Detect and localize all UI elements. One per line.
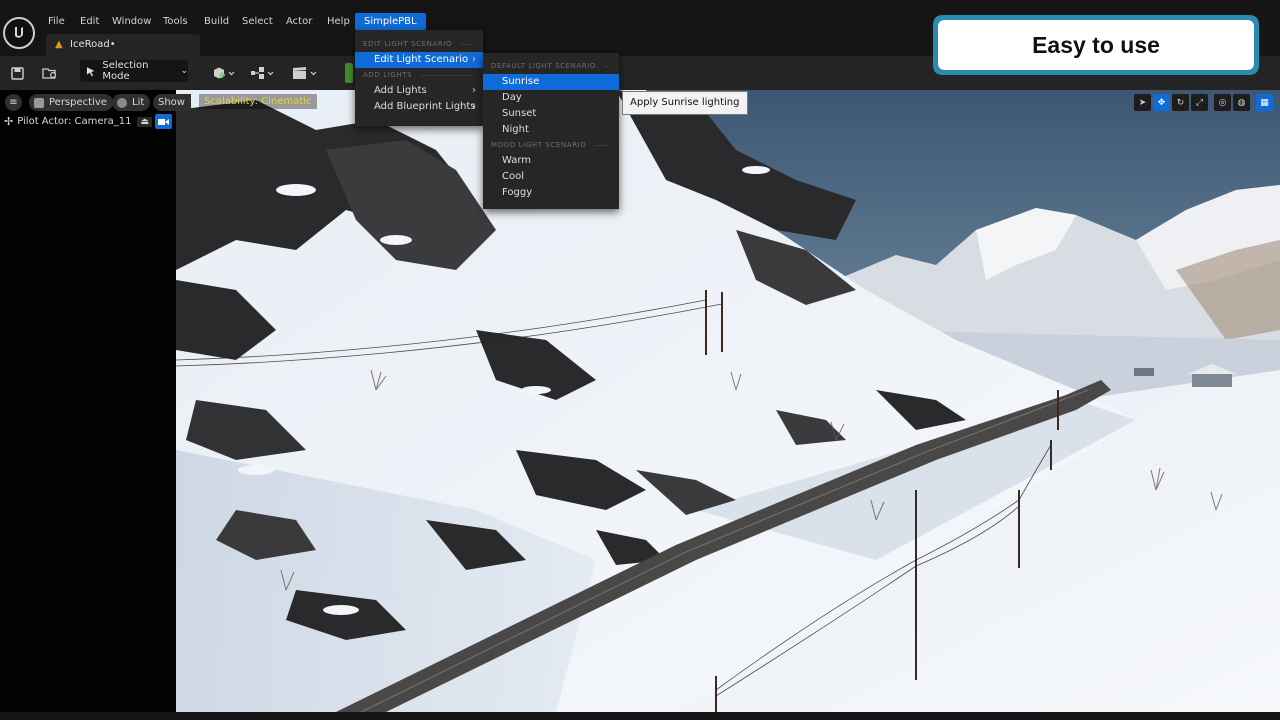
perspective-button[interactable]: Perspective (29, 94, 113, 111)
save-icon (10, 66, 24, 80)
pilot-icon: ✢ (4, 115, 14, 128)
level-icon: ▲ (55, 39, 63, 50)
section-mood-light: MOOD LIGHT SCENARIO (483, 138, 619, 153)
callout-text: Easy to use (1032, 32, 1160, 58)
select-tool-icon[interactable]: ➤ (1134, 94, 1151, 111)
lit-label: Lit (132, 97, 145, 108)
move-tool-icon[interactable]: ✥ (1153, 94, 1170, 111)
lit-button[interactable]: Lit (112, 94, 151, 111)
grid-snap-icon[interactable]: ▦ (1256, 94, 1273, 111)
level-viewport[interactable] (176, 90, 1280, 712)
menu-tools[interactable]: Tools (158, 13, 193, 30)
menu-add-blueprint-lights[interactable]: Add Blueprint Lights › (355, 99, 483, 115)
left-panel (0, 90, 176, 712)
show-button[interactable]: Show (153, 94, 191, 111)
camera-icon[interactable] (154, 114, 172, 129)
add-cube-icon (214, 67, 235, 79)
section-edit-light: EDIT LIGHT SCENARIO (355, 37, 483, 52)
pilot-actor-bar: ✢ Pilot Actor: Camera_11 ⏏ (4, 114, 172, 129)
cube-icon (34, 97, 44, 108)
add-actor-button[interactable] (210, 61, 238, 85)
menu-build[interactable]: Build (199, 13, 234, 30)
chevron-right-icon: › (472, 85, 476, 96)
unreal-logo-icon[interactable] (3, 17, 35, 49)
selection-mode-label: Selection Mode (102, 60, 149, 82)
surface-snap-icon[interactable]: ◍ (1233, 94, 1250, 111)
snow-road-scene (176, 90, 1280, 712)
cursor-icon (86, 66, 95, 76)
scenario-warm[interactable]: Warm (483, 153, 619, 169)
menu-help[interactable]: Help (322, 13, 355, 30)
folder-search-icon (42, 68, 57, 79)
selection-mode-dropdown[interactable]: Selection Mode ⌄ (80, 60, 188, 82)
scenario-cool[interactable]: Cool (483, 169, 619, 185)
sphere-icon (117, 97, 127, 108)
perspective-label: Perspective (49, 97, 107, 108)
chevron-right-icon: › (472, 101, 476, 112)
document-tab-label: IceRoad• (70, 39, 116, 50)
pilot-actor-label: Pilot Actor: Camera_11 (17, 116, 132, 127)
scenario-sunset[interactable]: Sunset (483, 106, 619, 122)
easy-to-use-callout: Easy to use (931, 13, 1261, 77)
play-button-partial[interactable] (345, 63, 353, 83)
menu-select[interactable]: Select (237, 13, 278, 30)
chevron-down-icon: ⌄ (180, 66, 188, 76)
browse-button[interactable] (40, 61, 60, 85)
menu-add-lights[interactable]: Add Lights › (355, 83, 483, 99)
menu-edit-light-scenario[interactable]: Edit Light Scenario › (355, 52, 483, 68)
menu-window[interactable]: Window (107, 13, 156, 30)
rotate-tool-icon[interactable]: ↻ (1172, 94, 1189, 111)
blueprint-icon (251, 67, 274, 79)
status-bar (0, 712, 1280, 720)
menu-edit[interactable]: Edit (75, 13, 104, 30)
menu-file[interactable]: File (43, 13, 70, 30)
cinematics-button[interactable] (290, 61, 320, 85)
world-space-icon[interactable]: ◎ (1214, 94, 1231, 111)
section-default-light: DEFAULT LIGHT SCENARIO (483, 59, 619, 74)
scenario-sunrise[interactable]: Sunrise (483, 74, 619, 90)
menu-actor[interactable]: Actor (281, 13, 317, 30)
eject-icon[interactable]: ⏏ (137, 116, 152, 127)
blueprint-button[interactable] (249, 61, 277, 85)
section-add-lights: ADD LIGHTS (355, 68, 483, 83)
scenario-night[interactable]: Night (483, 122, 619, 138)
scenario-foggy[interactable]: Foggy (483, 185, 619, 201)
transform-toolbar: ➤ ✥ ↻ ⤢ ◎ ◍ ▦ (1134, 94, 1273, 111)
save-button[interactable] (8, 61, 26, 85)
scalability-label: Scalability: Cinematic (199, 94, 317, 109)
menu-simplepbl[interactable]: SimplePBL (355, 13, 426, 30)
light-scenario-submenu: DEFAULT LIGHT SCENARIO Sunrise Day Sunse… (483, 53, 619, 209)
tooltip: Apply Sunrise lighting (622, 91, 748, 115)
simplepbl-menu: EDIT LIGHT SCENARIO Edit Light Scenario … (355, 30, 483, 126)
show-label: Show (158, 97, 185, 108)
hamburger-icon: ≡ (9, 97, 18, 108)
viewport-menu-button[interactable]: ≡ (5, 94, 22, 111)
scenario-day[interactable]: Day (483, 90, 619, 106)
clapperboard-icon (293, 67, 317, 79)
document-tab[interactable]: ▲ IceRoad• (46, 34, 200, 56)
scale-tool-icon[interactable]: ⤢ (1191, 94, 1208, 111)
chevron-right-icon: › (472, 54, 476, 65)
